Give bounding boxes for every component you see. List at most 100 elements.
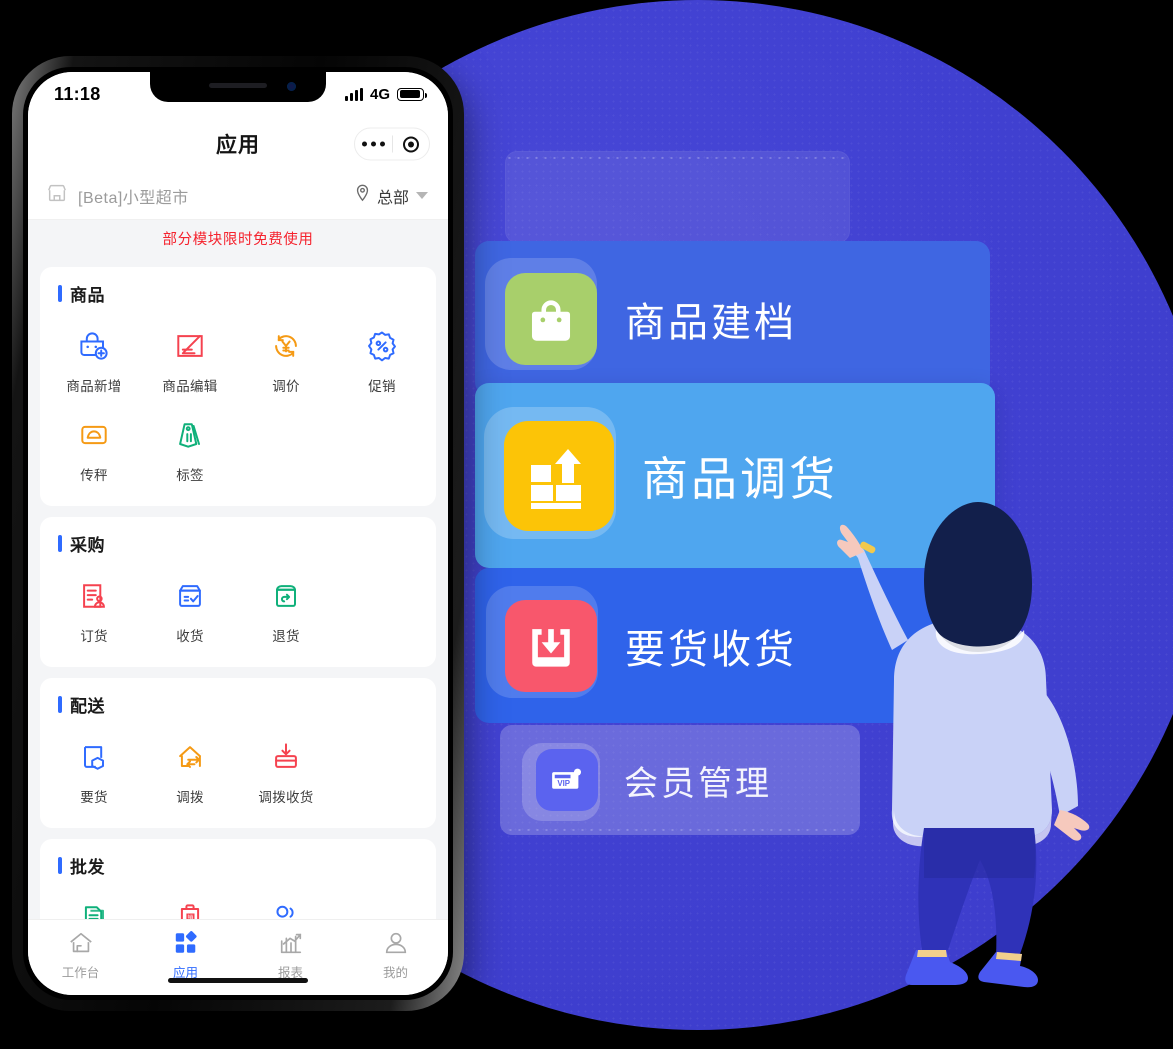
target-circle-icon[interactable] <box>393 136 430 152</box>
tab-label: 工作台 <box>61 966 100 980</box>
app-grid-spacer <box>334 562 430 651</box>
person-icon <box>382 929 410 957</box>
edit-square-icon <box>170 326 210 366</box>
app-label: 商品编辑 <box>162 379 218 394</box>
app-nav-bar: 应用 <box>28 116 448 172</box>
users-icon <box>266 898 306 919</box>
card-dot-edge <box>505 155 850 159</box>
network-type-label: 4G <box>369 85 390 103</box>
app-item-promotion[interactable]: 促销 <box>334 312 430 401</box>
tab-profile[interactable]: 我的 <box>343 929 448 981</box>
store-location[interactable]: 总部 <box>355 184 428 208</box>
status-indicators: 4G <box>344 85 428 103</box>
box-check-icon <box>170 576 210 616</box>
phone-bezel: 11:18 4G 应用 [Beta]小型超市 总部 部分模块限时免费使用 商品 … <box>23 67 453 1000</box>
basket-plus-icon <box>74 326 114 366</box>
mini-program-capsule[interactable] <box>354 127 430 161</box>
transfer-house-icon <box>170 737 210 777</box>
app-label: 促销 <box>368 379 396 394</box>
showcase-card-placeholder[interactable] <box>505 151 850 243</box>
section-app-grid: 批发订单 销 <box>46 884 430 919</box>
signal-bars-icon <box>344 87 363 101</box>
app-item-request-goods[interactable]: 要货 <box>46 723 142 812</box>
percent-burst-icon <box>362 326 402 366</box>
boxes-uparrow-icon <box>504 420 614 531</box>
card-title: 要货收货 <box>625 627 797 672</box>
app-label: 调拨收货 <box>258 790 314 805</box>
battery-icon <box>397 87 428 101</box>
section-app-grid: 要货 调拨 调拨收货 <box>46 723 430 812</box>
clipboard-sell-icon: 销 <box>170 898 210 919</box>
app-label: 标签 <box>176 468 204 483</box>
screenshot-stage: 商品建档 商品调货 要货收货 VIP 会员管理 11:18 4G 应用 [Bet… <box>0 0 1173 1049</box>
app-grid-spacer <box>334 884 430 919</box>
section-app-grid: 商品新增 商品编辑 调价 促销 传秤 标签 <box>46 312 430 490</box>
app-grid-spacer <box>334 723 430 812</box>
tab-apps[interactable]: 应用 <box>133 929 238 981</box>
showcase-card-product-archive[interactable]: 商品建档 <box>475 241 990 396</box>
home-indicator <box>168 978 308 983</box>
section-accent-bar <box>58 285 62 302</box>
section-header: 采购 <box>46 531 430 562</box>
section-wholesale: 批发 批发订单 <box>40 839 436 919</box>
more-dots-icon[interactable] <box>355 141 392 147</box>
app-item-product-add[interactable]: 商品新增 <box>46 312 142 401</box>
section-app-grid: 订货 收货 退货 <box>46 562 430 651</box>
app-item-price-adjust[interactable]: 调价 <box>238 312 334 401</box>
store-location-label: 总部 <box>376 189 409 207</box>
store-selector-row[interactable]: [Beta]小型超市 总部 <box>28 172 448 220</box>
card-title: 会员管理 <box>624 764 772 803</box>
section-header: 商品 <box>46 281 430 312</box>
app-item-product-edit[interactable]: 商品编辑 <box>142 312 238 401</box>
app-sections-scroll[interactable]: 商品 商品新增 商品编辑 调价 促销 传秤 标签 采购 订货 收货 退货 配送 … <box>28 256 448 919</box>
section-title: 配送 <box>70 697 105 716</box>
shopping-bag-icon <box>505 272 597 365</box>
store-info[interactable]: [Beta]小型超市 <box>46 182 189 209</box>
app-item-order[interactable]: 订货 <box>46 562 142 651</box>
phone-notch <box>150 72 326 102</box>
section-header: 配送 <box>46 692 430 723</box>
section-header: 批发 <box>46 853 430 884</box>
bottom-tab-bar: 工作台 应用 报表 我的 <box>28 919 448 995</box>
app-item-wholesale-sale[interactable]: 销 批发销售 <box>142 884 238 919</box>
tab-workbench[interactable]: 工作台 <box>28 929 133 981</box>
storefront-icon <box>46 182 68 209</box>
section-products: 商品 商品新增 商品编辑 调价 促销 传秤 标签 <box>40 267 436 506</box>
app-item-return[interactable]: 退货 <box>238 562 334 651</box>
showcase-card-member-management[interactable]: VIP 会员管理 <box>500 725 860 835</box>
app-label: 调价 <box>272 379 300 394</box>
app-label: 退货 <box>272 629 300 644</box>
app-item-wholesale-order[interactable]: 批发订单 <box>46 884 142 919</box>
app-label: 调拨 <box>176 790 204 805</box>
app-item-receive[interactable]: 收货 <box>142 562 238 651</box>
app-item-scale[interactable]: 传秤 <box>46 401 142 490</box>
woman-pointing-illustration <box>820 480 1120 1040</box>
order-doc-icon <box>74 576 114 616</box>
section-purchasing: 采购 订货 收货 退货 <box>40 517 436 667</box>
front-camera <box>287 82 296 91</box>
section-accent-bar <box>58 857 62 874</box>
tab-label: 我的 <box>382 966 408 980</box>
documents-icon <box>74 898 114 919</box>
request-box-icon <box>74 737 114 777</box>
tab-reports[interactable]: 报表 <box>238 929 343 981</box>
app-item-label[interactable]: 标签 <box>142 401 238 490</box>
app-item-transfer-receive[interactable]: 调拨收货 <box>238 723 334 812</box>
home-icon <box>67 929 95 957</box>
promo-banner: 部分模块限时免费使用 <box>28 220 448 256</box>
section-accent-bar <box>58 696 62 713</box>
scale-icon <box>74 415 114 455</box>
section-title: 商品 <box>70 286 105 305</box>
chevron-down-icon[interactable] <box>416 192 428 199</box>
app-label: 商品新增 <box>66 379 122 394</box>
card-title: 商品调货 <box>642 452 838 505</box>
section-title: 批发 <box>70 858 105 877</box>
app-item-transfer[interactable]: 调拨 <box>142 723 238 812</box>
section-title: 采购 <box>70 536 105 555</box>
inbox-download-icon <box>505 599 597 692</box>
card-dot-edge <box>506 827 854 831</box>
app-item-customer[interactable]: 客户 <box>238 884 334 919</box>
earpiece-speaker <box>209 83 267 88</box>
price-tag-icon <box>170 415 210 455</box>
yuan-refresh-icon <box>266 326 306 366</box>
